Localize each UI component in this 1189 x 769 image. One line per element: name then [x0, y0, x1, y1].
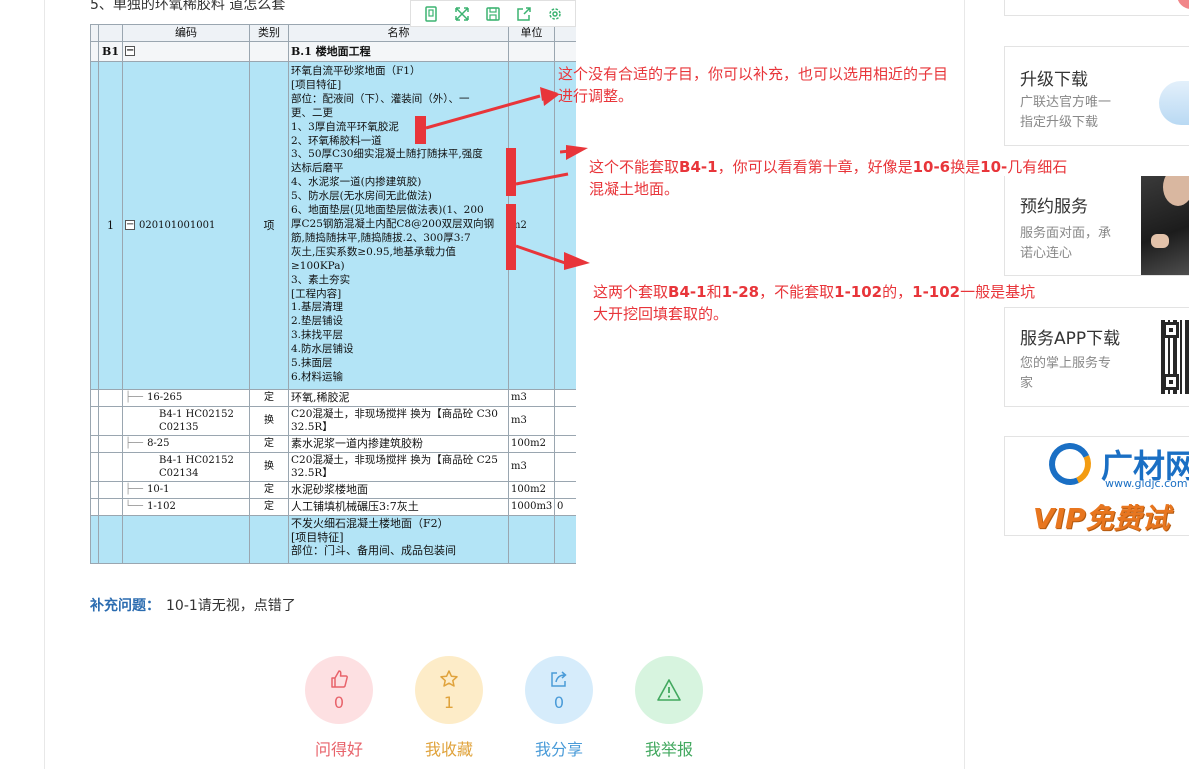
annotation-2: 这个不能套取B4-1，你可以看看第十章，好像是10-6换是10-几有细石 混凝土… — [589, 158, 1068, 198]
arrow-head-3 — [564, 252, 590, 270]
supplementary-question: 补充问题： 10-1请无视，点错了 — [90, 595, 296, 615]
app-title: 服务APP下载 — [1020, 329, 1121, 349]
thumbs-up-icon — [331, 669, 348, 688]
warning-icon — [657, 679, 681, 701]
upgrade-download-card[interactable]: 升级下载 广联达官方唯一 指定升级下载 — [1004, 46, 1189, 146]
service-app-card[interactable]: 服务APP下载 您的掌上服务专家 — [1004, 307, 1189, 407]
save-icon[interactable] — [482, 4, 504, 24]
qr-code-icon — [1161, 320, 1189, 394]
question-title: 5、单独的环氧稀胶料 道怎么套 — [90, 0, 286, 13]
annotation-3: 这两个套取B4-1和1-28，不能套取1-102的，1-102一般是基坑 大开挖… — [593, 283, 1036, 323]
share-button[interactable]: 0 我分享 — [525, 656, 593, 760]
arrow-overlay — [425, 90, 569, 266]
app-desc: 您的掌上服务专家 — [1020, 356, 1112, 391]
settings-icon[interactable] — [544, 4, 566, 24]
cloud-download-icon — [1159, 81, 1189, 125]
arrow-line-1 — [425, 94, 541, 130]
like-button[interactable]: 0 问得好 — [305, 656, 373, 760]
annotation-1: 这个没有合适的子目，你可以补充，也可以选用相近的子目 进行调整。 — [558, 65, 949, 105]
supplement-text: 10-1请无视，点错了 — [166, 598, 296, 614]
share-icon — [551, 670, 567, 687]
report-button[interactable]: 我举报 — [635, 656, 703, 760]
upgrade-desc: 广联达官方唯一 指定升级下载 — [1020, 95, 1112, 130]
image-toolbar — [410, 0, 576, 27]
question-screenshot[interactable]: 编码 类别 名称 单位 B1 − B.1 楼地面工程 1 −0201010010… — [90, 24, 576, 569]
sidebar-top-card — [1004, 0, 1189, 16]
appointment-desc: 服务面对面，承 诺心连心 — [1020, 226, 1112, 261]
page: 5、单独的环氧稀胶料 道怎么套 编码 类别 名称 单位 B1 − B.1 楼地面… — [0, 0, 1189, 769]
star-icon — [440, 669, 458, 687]
arrow-tip-1 — [540, 87, 558, 101]
upgrade-title: 升级下载 — [1020, 70, 1088, 90]
ad-slogan: VIP免费试 — [1033, 502, 1170, 535]
ad-url: www.gldjc.com — [1105, 477, 1188, 490]
copy-icon[interactable] — [420, 4, 442, 24]
supplement-label: 补充问题： — [90, 598, 160, 614]
service-person-image — [1141, 176, 1189, 275]
gldjc-ad-banner[interactable]: 广材网 www.gldjc.com VIP免费试 — [1004, 436, 1189, 536]
expand-icon[interactable] — [451, 4, 473, 24]
arrow-heads-outside — [560, 145, 590, 270]
appointment-service-card[interactable]: 预约服务 服务面对面，承 诺心连心 — [1004, 176, 1189, 276]
export-icon[interactable] — [513, 4, 535, 24]
favorite-button[interactable]: 1 我收藏 — [415, 656, 483, 760]
appointment-title: 预约服务 — [1020, 197, 1088, 217]
gldjc-logo — [1043, 437, 1097, 491]
